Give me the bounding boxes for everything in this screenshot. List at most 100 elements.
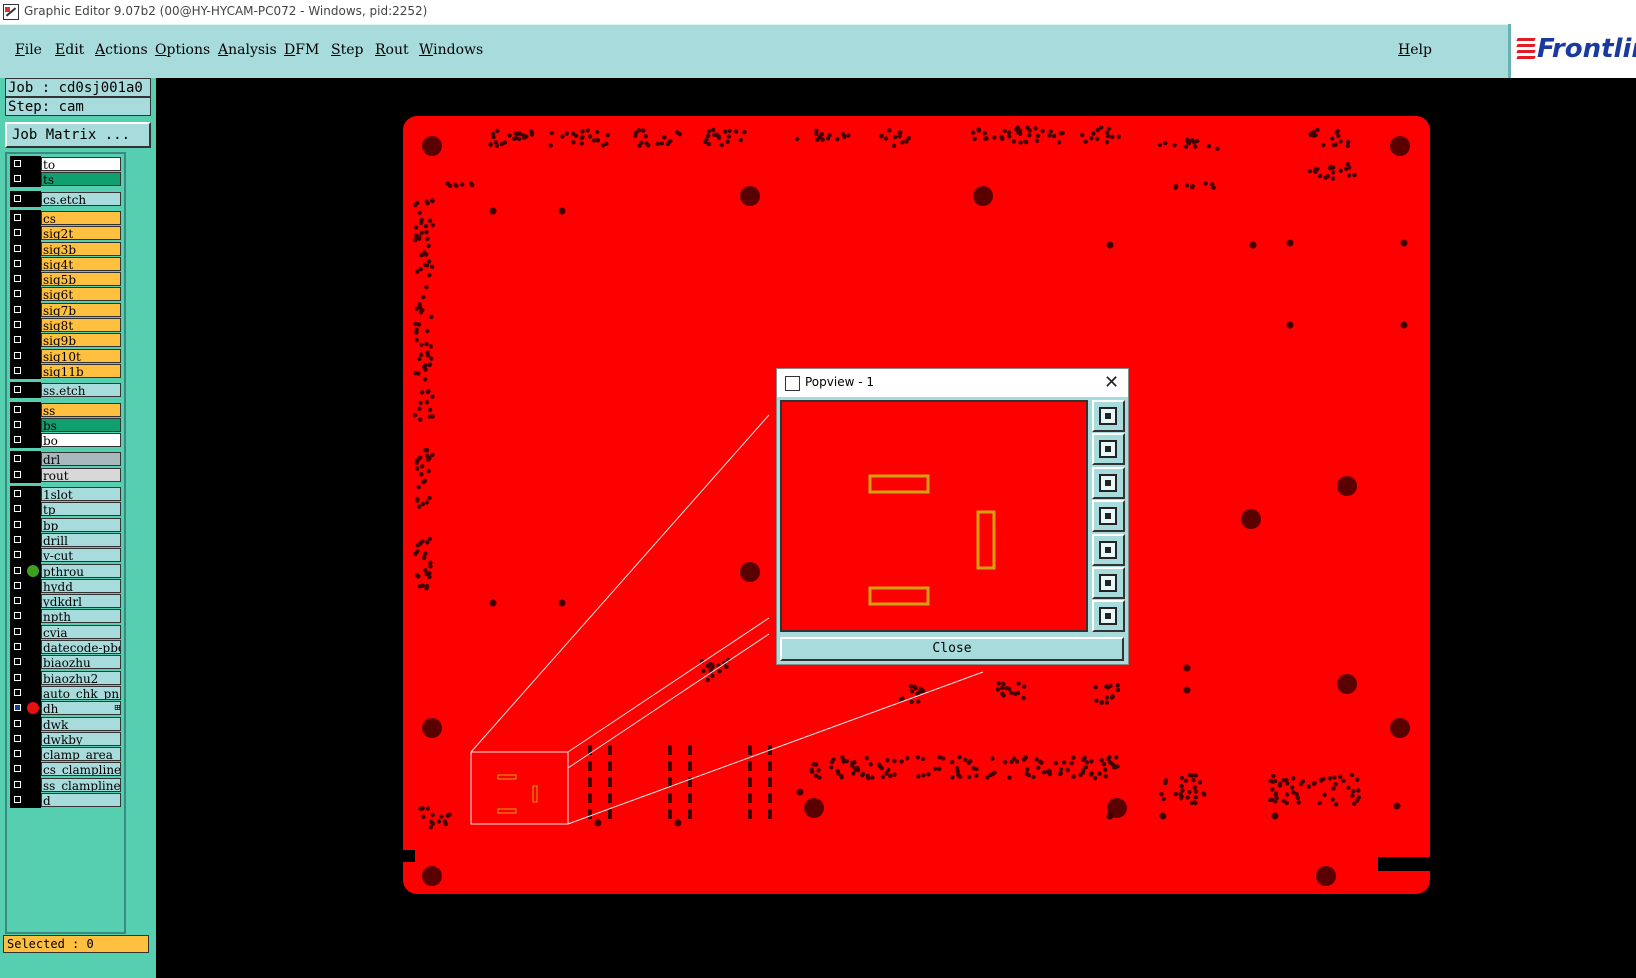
via xyxy=(1159,792,1164,797)
via xyxy=(972,136,977,142)
via xyxy=(1115,687,1121,693)
via xyxy=(852,766,857,771)
via xyxy=(878,134,884,139)
via xyxy=(1270,787,1275,792)
via xyxy=(580,134,585,140)
via xyxy=(493,140,498,145)
via xyxy=(587,134,593,139)
zoom-in-button[interactable] xyxy=(1092,567,1125,599)
via xyxy=(521,133,526,138)
via xyxy=(639,140,644,145)
via xyxy=(425,389,430,395)
via xyxy=(413,321,418,327)
via xyxy=(424,230,429,235)
popview-close-button[interactable]: Close xyxy=(780,637,1124,661)
via xyxy=(1099,125,1104,130)
via xyxy=(1161,796,1167,802)
via xyxy=(1009,690,1014,695)
via xyxy=(420,501,425,507)
via xyxy=(1093,685,1098,690)
via xyxy=(724,664,729,669)
via xyxy=(957,755,962,760)
via xyxy=(414,337,419,343)
popview-title: Popview - 1 xyxy=(805,375,874,389)
via xyxy=(868,762,873,767)
close-icon[interactable]: ✕ xyxy=(1104,372,1119,393)
via xyxy=(887,128,892,133)
pad xyxy=(608,761,612,771)
via xyxy=(416,371,421,376)
via xyxy=(1327,165,1333,171)
via xyxy=(860,773,865,778)
via xyxy=(418,267,423,272)
via xyxy=(841,759,846,764)
via xyxy=(1102,767,1108,772)
via xyxy=(814,128,819,133)
via xyxy=(423,448,428,453)
board-notch xyxy=(1378,857,1430,871)
via xyxy=(1157,142,1163,148)
pan-up-button[interactable] xyxy=(1092,433,1125,466)
via xyxy=(1271,812,1279,820)
via xyxy=(1071,774,1076,779)
zoom-out-button[interactable] xyxy=(1092,600,1125,633)
via xyxy=(933,766,938,771)
via xyxy=(1009,759,1014,765)
via xyxy=(885,758,890,763)
via xyxy=(913,685,918,691)
pan-left-icon xyxy=(1099,507,1117,526)
via xyxy=(742,130,747,135)
pad xyxy=(748,777,752,787)
via xyxy=(468,181,474,186)
via xyxy=(585,128,590,133)
via xyxy=(1113,765,1118,770)
pan-right-button[interactable] xyxy=(1092,533,1125,566)
pad-outline xyxy=(868,586,930,606)
via xyxy=(416,456,422,461)
via xyxy=(1083,139,1088,144)
via xyxy=(1400,239,1408,247)
via xyxy=(1045,769,1051,774)
via xyxy=(414,233,419,238)
zoom-window-button[interactable] xyxy=(1092,400,1125,432)
via xyxy=(419,252,424,258)
via xyxy=(558,599,566,607)
via xyxy=(1355,798,1360,803)
drill-hole xyxy=(1390,136,1410,156)
via xyxy=(425,583,430,589)
pan-left-button[interactable] xyxy=(1092,500,1125,533)
pan-down-button[interactable] xyxy=(1092,466,1125,499)
via xyxy=(1004,685,1009,691)
via xyxy=(1104,695,1110,700)
via xyxy=(983,136,989,141)
drill-hole xyxy=(1337,476,1357,496)
via xyxy=(655,141,660,147)
via xyxy=(891,143,897,148)
via xyxy=(495,128,500,133)
via xyxy=(1185,795,1190,800)
via xyxy=(418,417,423,422)
via xyxy=(643,134,648,139)
board-notch xyxy=(403,850,415,862)
via xyxy=(1163,140,1168,146)
via xyxy=(423,363,428,368)
via xyxy=(426,259,432,264)
via xyxy=(419,352,424,357)
via xyxy=(418,400,423,406)
via xyxy=(971,766,976,771)
via xyxy=(644,141,649,146)
via xyxy=(1346,139,1351,145)
via xyxy=(1103,774,1109,779)
via xyxy=(417,406,422,411)
via xyxy=(1210,182,1215,187)
via xyxy=(810,769,815,775)
via xyxy=(937,755,942,760)
zoom-connector-line xyxy=(567,671,984,825)
via xyxy=(1069,760,1074,766)
popview-window: Popview - 1 ✕ Close xyxy=(776,368,1129,665)
via xyxy=(1016,130,1021,135)
via xyxy=(1180,788,1185,793)
via xyxy=(436,819,442,824)
via xyxy=(723,129,728,134)
popview-view[interactable] xyxy=(780,400,1088,632)
